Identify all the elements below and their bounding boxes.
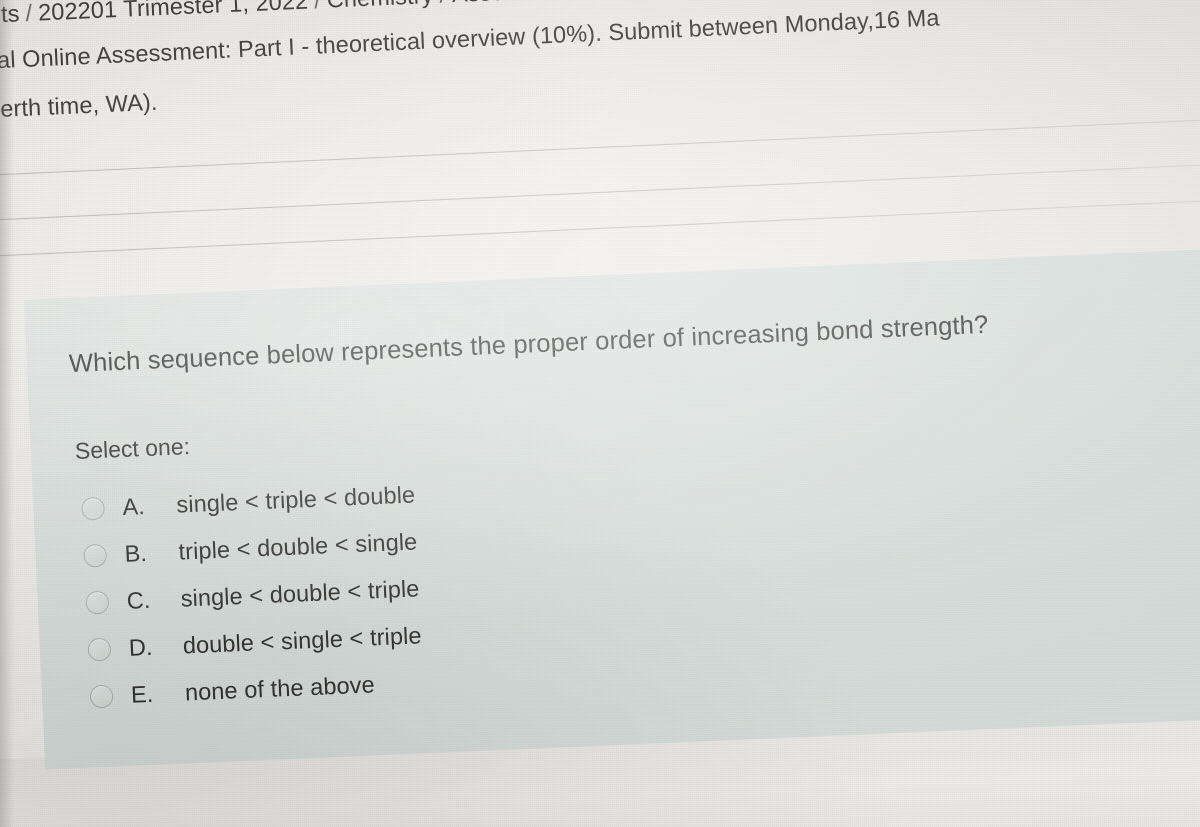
radio-button-d[interactable] bbox=[87, 637, 112, 662]
answer-options-list: A. single < triple < double B. triple < … bbox=[80, 471, 424, 720]
option-text-c: single < double < triple bbox=[180, 575, 420, 612]
question-text: Which sequence below represents the prop… bbox=[68, 310, 989, 379]
breadcrumb-separator: / bbox=[433, 0, 453, 8]
radio-button-c[interactable] bbox=[85, 590, 110, 615]
radio-button-e[interactable] bbox=[89, 684, 114, 709]
option-letter-c: C. bbox=[126, 586, 151, 614]
option-letter-e: E. bbox=[130, 680, 154, 708]
option-text-d: double < single < triple bbox=[182, 622, 423, 659]
select-one-label: Select one: bbox=[74, 433, 191, 464]
breadcrumb-separator: / bbox=[313, 0, 322, 14]
option-text-a: single < triple < double bbox=[175, 481, 416, 518]
breadcrumb-item-units[interactable]: nits bbox=[0, 0, 20, 28]
screenshot-root: nits/202201 Trimester 1, 2022/Chemistry/… bbox=[0, 0, 1200, 827]
question-card: Which sequence below represents the prop… bbox=[24, 247, 1200, 770]
option-letter-b: B. bbox=[124, 539, 148, 567]
option-text-e: none of the above bbox=[184, 671, 376, 706]
radio-button-b[interactable] bbox=[83, 543, 108, 568]
breadcrumb-separator: / bbox=[24, 0, 33, 27]
option-letter-a: A. bbox=[121, 493, 146, 520]
option-text-b: triple < double < single bbox=[177, 528, 418, 565]
option-letter-d: D. bbox=[128, 633, 153, 661]
radio-button-a[interactable] bbox=[81, 496, 106, 521]
